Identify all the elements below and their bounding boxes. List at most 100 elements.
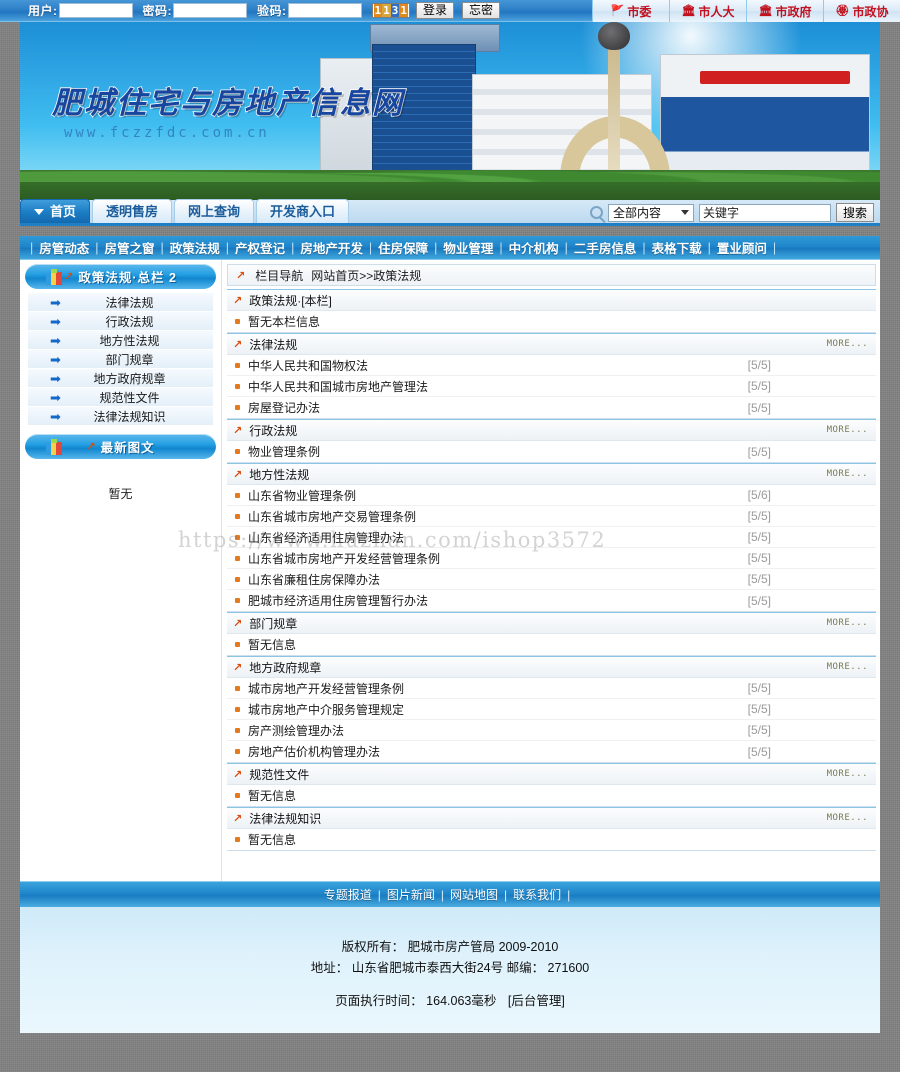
admin-link[interactable]: [后台管理] [508,994,565,1008]
captcha-digit: 3 [390,4,400,17]
sidebar-item-xingzhengfagui[interactable]: ➡ 行政法规 [28,312,213,331]
section-falvfaguizhishi: ↗ 法律法规知识 MORE... 暂无信息 [227,807,876,851]
list-item-title[interactable]: 中华人民共和国城市房地产管理法 [248,378,428,395]
gov-link-shiwei[interactable]: 🚩 市委 [592,0,669,22]
sidebar-item-falvfaguizhishi[interactable]: ➡ 法律法规知识 [28,407,213,426]
search-input[interactable] [698,203,831,222]
captcha-input[interactable] [287,3,362,18]
section-header: ↗ 法律法规 MORE... [227,333,876,355]
channel-biaogexiazai[interactable]: 表格下载 [652,238,702,257]
gov-link-label: 市政府 [775,4,812,19]
gov-link-shizhengfu[interactable]: 🏛 市政府 [746,0,823,22]
more-link[interactable]: MORE... [827,339,868,349]
section-body: 城市房地产开发经营管理条例 [5/5] 城市房地产中介服务管理规定 [5/5] … [227,678,876,763]
captcha-image[interactable]: 1 1 3 1 [371,3,410,18]
tab-transparent-sales[interactable]: 透明售房 [92,199,173,223]
forgot-password-button[interactable]: 忘密 [462,2,501,19]
list-item-title[interactable]: 山东省经济适用住房管理办法 [248,529,404,546]
list-item[interactable]: 房屋登记办法 [5/5] [227,397,876,418]
section-header: ↗ 部门规章 MORE... [227,612,876,634]
channel-fangdichankaifa[interactable]: 房地产开发 [300,238,363,257]
tab-home[interactable]: 首页 [20,199,91,223]
gov-link-shirenda[interactable]: 🏛 市人大 [669,0,746,22]
footer-link-zhuantibaodao[interactable]: 专题报道 [324,886,372,903]
footer-link-tupianxinwen[interactable]: 图片新闻 [387,886,435,903]
login-bar: 用户: 密码: 验码: 1 1 3 1 登录 忘密 🚩 市委 🏛 市人大 🏛 市… [0,0,900,22]
list-item-title[interactable]: 山东省物业管理条例 [248,487,356,504]
list-item[interactable]: 房产测绘管理办法 [5/5] [227,720,876,741]
channel-chanquandengji[interactable]: 产权登记 [235,238,285,257]
captcha-label: 验码: [257,4,287,18]
password-input[interactable] [173,3,247,18]
footer-separator: | [440,887,444,902]
more-link[interactable]: MORE... [827,469,868,479]
channel-ershoufangxinxi[interactable]: 二手房信息 [574,238,637,257]
list-item-title[interactable]: 肥城市经济适用住房管理暂行办法 [248,592,428,609]
list-item-title[interactable]: 山东省城市房地产交易管理条例 [248,508,416,525]
more-link[interactable]: MORE... [827,425,868,435]
list-item-date: [5/5] [747,572,771,586]
list-item-title[interactable]: 中华人民共和国物权法 [248,357,368,374]
more-link[interactable]: MORE... [827,769,868,779]
list-item-date: [5/5] [747,358,771,372]
sidebar-item-difangzhengfuguizhang[interactable]: ➡ 地方政府规章 [28,369,213,388]
sidebar-item-bumenguizhang[interactable]: ➡ 部门规章 [28,350,213,369]
list-item[interactable]: 中华人民共和国城市房地产管理法 [5/5] [227,376,876,397]
arrow-right-icon: ➡ [50,389,61,405]
footer-link-lianxiwomen[interactable]: 联系我们 [513,886,561,903]
list-item[interactable]: 城市房地产开发经营管理条例 [5/5] [227,678,876,699]
footer-nav: 专题报道 | 图片新闻 | 网站地图 | 联系我们 | [20,881,880,907]
channel-fangguandongtai[interactable]: 房管动态 [39,238,89,257]
list-item[interactable]: 肥城市经济适用住房管理暂行办法 [5/5] [227,590,876,611]
sidebar-item-guifanxingwenjian[interactable]: ➡ 规范性文件 [28,388,213,407]
more-link[interactable]: MORE... [827,662,868,672]
list-item[interactable]: 物业管理条例 [5/5] [227,441,876,462]
list-item[interactable]: 城市房地产中介服务管理规定 [5/5] [227,699,876,720]
username-input[interactable] [58,3,133,18]
more-link[interactable]: MORE... [827,813,868,823]
list-item[interactable]: 山东省物业管理条例 [5/6] [227,485,876,506]
list-item-title[interactable]: 山东省廉租住房保障办法 [248,571,380,588]
breadcrumb-path[interactable]: 网站首页>>政策法规 [311,267,421,284]
arrow-icon: ↗ [233,294,243,307]
folder-chart-icon [43,266,65,288]
arrow-right-icon: ➡ [50,313,61,329]
list-item[interactable]: 中华人民共和国物权法 [5/5] [227,355,876,376]
channel-zhongjiejigou[interactable]: 中介机构 [509,238,559,257]
list-item-title[interactable]: 山东省城市房地产开发经营管理条例 [248,550,440,567]
list-item[interactable]: 山东省城市房地产开发经营管理条例 [5/5] [227,548,876,569]
search-area: 全部内容 搜索 [589,203,874,222]
more-link[interactable]: MORE... [827,618,868,628]
captcha-digit: 1 [373,4,383,17]
channel-zhengcefagui[interactable]: 政策法规 [170,238,220,257]
search-scope-select[interactable]: 全部内容 [607,203,694,222]
search-button[interactable]: 搜索 [835,203,874,222]
list-item[interactable]: 山东省城市房地产交易管理条例 [5/5] [227,506,876,527]
channel-zhiyeguwen[interactable]: 置业顾问 [717,238,767,257]
captcha-digit: 1 [382,4,391,17]
sidebar-item-difangxingfagui[interactable]: ➡ 地方性法规 [28,331,213,350]
list-item[interactable]: 房地产估价机构管理办法 [5/5] [227,741,876,762]
list-item-title[interactable]: 物业管理条例 [248,443,320,460]
channel-fangguanzhichuang[interactable]: 房管之窗 [105,238,155,257]
list-item: 暂无信息 [227,785,876,806]
sidebar-item-falvfagui[interactable]: ➡ 法律法规 [28,293,213,312]
channel-zhufangbaozhang[interactable]: 住房保障 [378,238,428,257]
list-item-title[interactable]: 城市房地产开发经营管理条例 [248,680,404,697]
bullet-icon [235,383,240,389]
list-item-title[interactable]: 房地产估价机构管理办法 [248,743,380,760]
tab-online-query[interactable]: 网上查询 [174,199,255,223]
channel-wuyeguanli[interactable]: 物业管理 [443,238,493,257]
list-item-title[interactable]: 城市房地产中介服务管理规定 [248,701,404,718]
list-item-title[interactable]: 房产测绘管理办法 [248,722,344,739]
tab-developer-entrance[interactable]: 开发商入口 [256,199,350,223]
site-banner: 肥城住宅与房地产信息网 www.fczzfdc.com.cn [20,22,880,200]
arrow-right-icon: ➡ [50,332,61,348]
list-item-title[interactable]: 房屋登记办法 [248,399,320,416]
list-item[interactable]: 山东省经济适用住房管理办法 [5/5] [227,527,876,548]
gov-link-shizhengxie[interactable]: 🏵 市政协 [823,0,900,22]
login-button[interactable]: 登录 [416,2,455,19]
photo-panel-header: ↗ 最新图文 [25,434,216,459]
footer-link-wangzhanditu[interactable]: 网站地图 [450,886,498,903]
list-item[interactable]: 山东省廉租住房保障办法 [5/5] [227,569,876,590]
